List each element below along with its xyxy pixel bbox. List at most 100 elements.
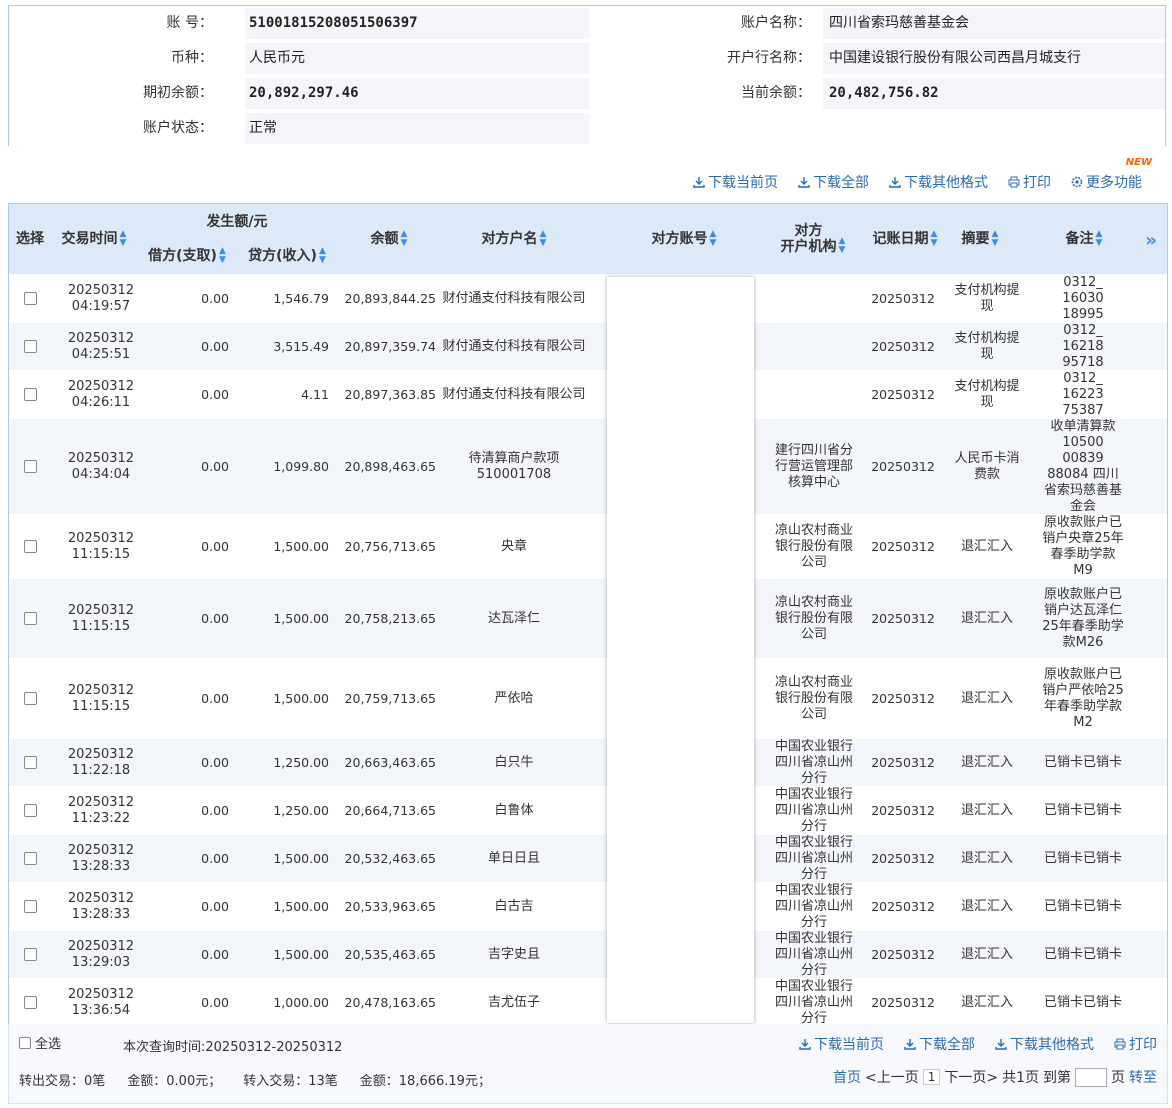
row-checkbox[interactable] — [23, 852, 37, 865]
footer-download-page-label: 下载当前页 — [814, 1037, 884, 1053]
scroll-right-icon[interactable]: » — [1145, 230, 1157, 251]
goto-page-input[interactable] — [1075, 1067, 1107, 1087]
cell-time: 20250312 04:19:57 — [67, 282, 135, 314]
prev-page-link[interactable]: <上一页 — [865, 1067, 919, 1087]
cell-balance: 20,759,713.65 — [344, 690, 436, 706]
cell-balance: 20,758,213.65 — [344, 610, 436, 626]
header-time[interactable]: 交易时间 ▲ ▼ — [51, 204, 137, 274]
header-summary[interactable]: 摘要 ▲ ▼ — [945, 204, 1015, 274]
row-checkbox[interactable] — [23, 340, 37, 353]
footer-download-other-button[interactable]: 下载其他格式 — [995, 1034, 1094, 1054]
cell-balance: 20,663,463.65 — [344, 754, 436, 770]
sort-icon: ▲ ▼ — [709, 229, 717, 248]
sort-icon: ▲ ▼ — [838, 236, 846, 255]
cell-bank: 凉山农村商业银行股份有限公司 — [774, 674, 853, 722]
footer-download-page-button[interactable]: 下载当前页 — [799, 1034, 884, 1054]
download-other-format-button[interactable]: 下载其他格式 — [889, 172, 988, 192]
download-icon — [693, 177, 705, 188]
select-all[interactable]: 全选 — [19, 1033, 61, 1052]
row-checkbox[interactable] — [23, 996, 37, 1009]
cell-date: 20250312 — [871, 610, 935, 626]
cell-summary: 退汇汇入 — [960, 754, 1013, 770]
opening-balance-label: 期初余额： — [143, 85, 213, 101]
cell-bank: 中国农业银行四川省凉山州分行 — [774, 883, 853, 930]
cell-summary: 退汇汇入 — [960, 802, 1013, 818]
cell-credit: 3,515.49 — [273, 338, 329, 354]
cell-time: 20250312 13:28:33 — [67, 842, 135, 874]
row-checkbox-cell — [9, 659, 51, 738]
cell-summary: 支付机构提现 — [954, 330, 1020, 362]
row-checkbox[interactable] — [23, 756, 37, 769]
row-checkbox[interactable] — [23, 692, 37, 705]
cell-remark: 已销卡已销卡 — [1043, 754, 1122, 770]
header-bank[interactable]: 对方 开户机构 ▲ ▼ — [765, 204, 861, 274]
row-checkbox[interactable] — [23, 292, 37, 305]
header-remark[interactable]: 备注 ▲ ▼ — [1039, 204, 1129, 274]
download-all-button[interactable]: 下载全部 — [798, 172, 869, 192]
row-checkbox[interactable] — [23, 540, 37, 553]
cell-time: 20250312 11:15:15 — [67, 530, 135, 562]
row-checkbox[interactable] — [23, 612, 37, 625]
goto-button[interactable]: 转至 — [1129, 1067, 1157, 1087]
footer-print-button[interactable]: 打印 — [1114, 1034, 1157, 1054]
cell-bank: 凉山农村商业银行股份有限公司 — [774, 522, 853, 570]
cell-date: 20250312 — [871, 946, 935, 962]
cell-balance: 20,893,844.25 — [344, 290, 436, 306]
account-row-1: 账 号： 51001815208051506397 账户名称： 四川省索玛慈善基… — [9, 6, 1165, 41]
table-row: 20250312 11:15:15 0.00 1,500.00 20,759,713.6… — [9, 658, 1167, 738]
cell-credit: 1,500.00 — [273, 850, 329, 866]
cell-time: 20250312 04:26:11 — [67, 378, 135, 410]
row-checkbox[interactable] — [23, 388, 37, 401]
cell-debit: 0.00 — [201, 802, 229, 818]
row-checkbox[interactable] — [23, 900, 37, 913]
cell-remark: 原收款账户已销户达瓦泽仁25年春季助学款M26 — [1042, 586, 1124, 650]
header-select: 选择 — [16, 231, 44, 247]
print-button[interactable]: 打印 — [1008, 172, 1051, 192]
select-all-checkbox[interactable] — [19, 1036, 31, 1049]
header-date[interactable]: 记账日期 ▲ ▼ — [865, 204, 945, 274]
row-checkbox[interactable] — [23, 460, 37, 473]
account-status-label: 账户状态： — [143, 120, 213, 136]
more-functions-button[interactable]: 更多功能 — [1071, 172, 1142, 192]
table-row: 20250312 11:22:18 0.00 1,250.00 20,663,463.6… — [9, 738, 1167, 786]
download-all-label: 下载全部 — [813, 175, 869, 191]
header-account[interactable]: 对方账号 ▲ ▼ — [609, 204, 759, 274]
cell-date: 20250312 — [871, 690, 935, 706]
header-debit[interactable]: 借方(支取) ▲ ▼ — [137, 242, 237, 270]
row-checkbox-cell — [9, 835, 51, 882]
footer-download-all-button[interactable]: 下载全部 — [904, 1034, 975, 1054]
cell-balance: 20,898,463.65 — [344, 458, 436, 474]
sort-icon: ▲ ▼ — [119, 229, 127, 248]
cell-debit: 0.00 — [201, 946, 229, 962]
sort-icon: ▲ ▼ — [218, 246, 226, 265]
cell-balance: 20,664,713.65 — [344, 802, 436, 818]
cell-debit: 0.00 — [201, 610, 229, 626]
cell-debit: 0.00 — [201, 386, 229, 402]
table-header: 选择 交易时间 ▲ ▼ 发生额/元 借方(支取) ▲ ▼ 贷方(收入) ▲ ▼ 余额 ▲ ▼ 对… — [9, 204, 1167, 274]
next-page-link[interactable]: 下一页> — [944, 1067, 998, 1087]
header-balance[interactable]: 余额 ▲ ▼ — [337, 204, 441, 274]
first-page-link[interactable]: 首页 — [833, 1067, 861, 1087]
account-name-value: 四川省索玛慈善基金会 — [829, 15, 969, 31]
row-checkbox[interactable] — [23, 804, 37, 817]
cell-summary: 支付机构提现 — [954, 378, 1020, 410]
sort-icon: ▲ ▼ — [318, 246, 326, 265]
header-counterparty[interactable]: 对方户名 ▲ ▼ — [441, 204, 587, 274]
row-checkbox[interactable] — [23, 948, 37, 961]
header-amount-group: 发生额/元 — [206, 214, 268, 230]
cell-remark: 已销卡已销卡 — [1043, 802, 1122, 818]
header-credit[interactable]: 贷方(收入) ▲ ▼ — [237, 242, 337, 270]
cell-bank: 中国农业银行四川省凉山州分行 — [774, 739, 853, 786]
download-page-button[interactable]: 下载当前页 — [693, 172, 778, 192]
sort-icon: ▲ ▼ — [400, 229, 408, 248]
sort-icon: ▲ ▼ — [991, 229, 999, 248]
new-badge: NEW — [1125, 157, 1152, 168]
table-row: 20250312 13:36:54 0.00 1,000.00 20,478,163.6… — [9, 978, 1167, 1026]
cell-remark: 已销卡已销卡 — [1043, 898, 1122, 914]
cell-credit: 4.11 — [301, 386, 329, 402]
cell-bank: 中国农业银行四川省凉山州分行 — [774, 787, 853, 834]
row-checkbox-cell — [9, 979, 51, 1026]
account-number-label: 账 号： — [166, 15, 213, 31]
cell-time: 20250312 11:22:18 — [67, 746, 135, 778]
download-icon — [904, 1039, 916, 1050]
